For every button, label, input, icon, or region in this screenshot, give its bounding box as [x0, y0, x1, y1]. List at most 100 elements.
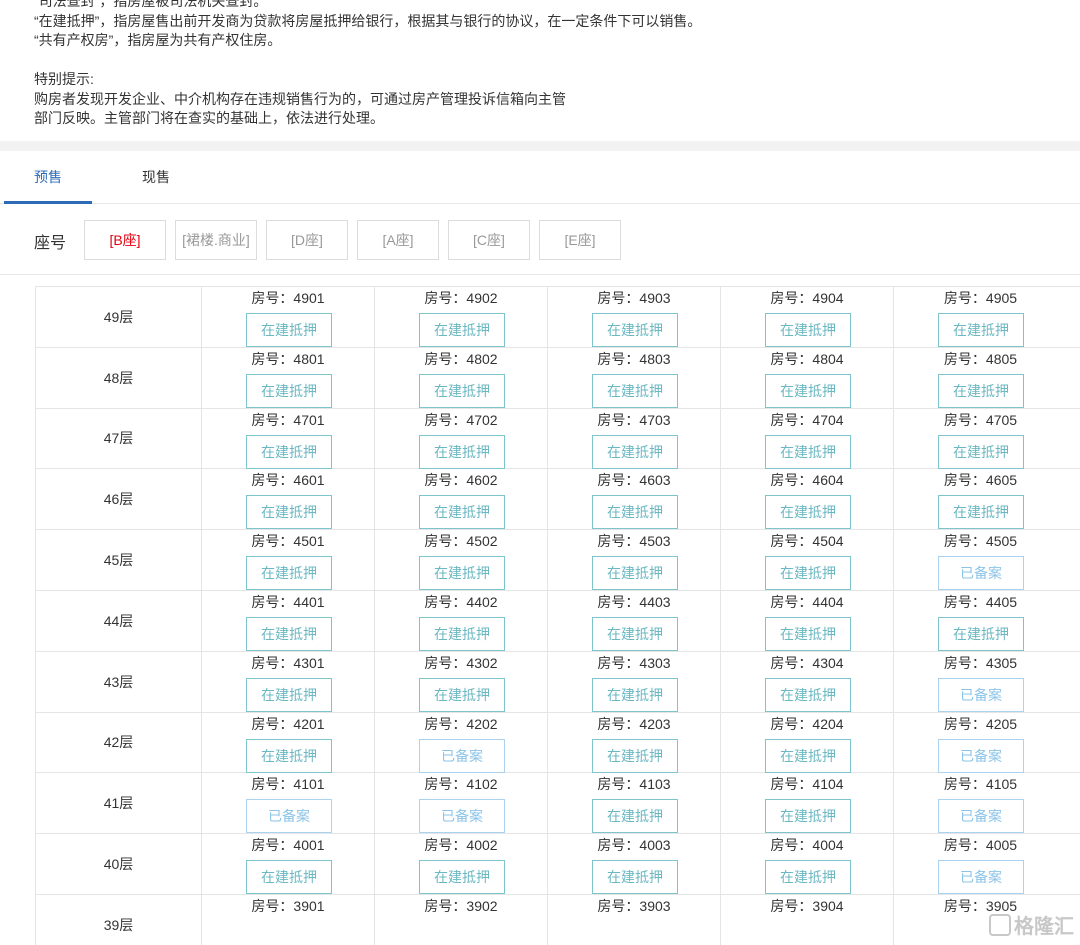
- unit-number-prefix: 房号：: [251, 533, 294, 550]
- status-mortgage-button[interactable]: 在建抵押: [765, 556, 851, 591]
- unit-cell: 房号：4803 在建抵押: [548, 347, 721, 408]
- seat-option-e[interactable]: [E座]: [539, 220, 621, 260]
- status-mortgage-button[interactable]: 在建抵押: [246, 373, 332, 408]
- status-filed-button[interactable]: 已备案: [938, 738, 1024, 773]
- status-mortgage-button[interactable]: 在建抵押: [938, 373, 1024, 408]
- status-mortgage-button[interactable]: 在建抵押: [765, 738, 851, 773]
- status-filed-button[interactable]: 已备案: [419, 738, 505, 773]
- status-mortgage-button[interactable]: 在建抵押: [592, 373, 678, 408]
- status-mortgage-button[interactable]: 在建抵押: [592, 313, 678, 347]
- status-mortgage-button[interactable]: 在建抵押: [419, 434, 505, 469]
- unit-number: 房号：4602: [375, 470, 547, 490]
- unit-number-prefix: 房号：: [943, 715, 986, 732]
- unit-number-prefix: 房号：: [943, 837, 986, 854]
- unit-number-prefix: 房号：: [770, 533, 813, 550]
- status-mortgage-button[interactable]: 在建抵押: [765, 313, 851, 347]
- status-mortgage-button[interactable]: 在建抵押: [938, 495, 1024, 530]
- status-mortgage-button[interactable]: 在建抵押: [246, 677, 332, 712]
- unit-cell: 房号：4802 在建抵押: [375, 347, 548, 408]
- status-mortgage-button[interactable]: 在建抵押: [419, 373, 505, 408]
- status-filed-button[interactable]: 已备案: [938, 799, 1024, 834]
- status-mortgage-button[interactable]: 在建抵押: [765, 495, 851, 530]
- unit-number-prefix: 房号：: [251, 350, 294, 367]
- unit-number-value: 4801: [293, 350, 325, 367]
- status-mortgage-button[interactable]: 在建抵押: [592, 677, 678, 712]
- unit-number-prefix: 房号：: [597, 776, 640, 793]
- unit-number-value: 4505: [985, 533, 1018, 550]
- unit-number-value: 4103: [639, 776, 671, 793]
- unit-cell: 房号：4603 在建抵押: [548, 469, 721, 530]
- unit-cell: 房号：4205 已备案: [894, 713, 1067, 773]
- seat-option-c[interactable]: [C座]: [448, 220, 530, 260]
- unit-number-value: 4102: [466, 776, 498, 793]
- status-mortgage-button[interactable]: 在建抵押: [419, 677, 505, 712]
- unit-cell: 房号：4304 在建抵押: [721, 651, 894, 712]
- status-mortgage-button[interactable]: 在建抵押: [246, 434, 332, 469]
- status-mortgage-button[interactable]: 在建抵押: [592, 799, 678, 834]
- unit-number-value: 4201: [293, 715, 325, 732]
- status-mortgage-button[interactable]: 在建抵押: [246, 738, 332, 773]
- unit-number: 房号：4604: [721, 470, 893, 490]
- status-mortgage-button[interactable]: 在建抵押: [592, 556, 678, 591]
- seat-option-b[interactable]: [B座]: [84, 220, 166, 260]
- unit-number-value: 4703: [639, 411, 671, 428]
- unit-number-prefix: 房号：: [251, 411, 294, 428]
- status-mortgage-button[interactable]: 在建抵押: [592, 495, 678, 530]
- status-mortgage-button[interactable]: 在建抵押: [765, 677, 851, 712]
- tab-current-sale[interactable]: 现售: [112, 152, 200, 204]
- status-mortgage-button[interactable]: 在建抵押: [938, 434, 1024, 469]
- status-mortgage-button[interactable]: 在建抵押: [592, 860, 678, 895]
- status-filed-button[interactable]: 已备案: [938, 677, 1024, 712]
- unit-number-value: 4903: [639, 290, 671, 306]
- unit-number-prefix: 房号：: [597, 593, 640, 610]
- status-mortgage-button[interactable]: 在建抵押: [419, 616, 505, 651]
- status-mortgage-button[interactable]: 在建抵押: [246, 556, 332, 591]
- status-mortgage-button[interactable]: 在建抵押: [592, 434, 678, 469]
- unit-number: 房号：4203: [548, 714, 720, 734]
- status-mortgage-button[interactable]: 在建抵押: [419, 313, 505, 347]
- unit-number: 房号：4104: [721, 774, 893, 794]
- seat-option-a[interactable]: [A座]: [357, 220, 439, 260]
- unit-cell: 房号：4502 在建抵押: [375, 530, 548, 591]
- status-mortgage-button[interactable]: 在建抵押: [246, 495, 332, 530]
- unit-number-prefix: 房号：: [251, 715, 294, 732]
- status-filed-button[interactable]: 已备案: [938, 860, 1024, 895]
- unit-number: 房号：4504: [721, 531, 893, 551]
- status-mortgage-button[interactable]: 在建抵押: [419, 495, 505, 530]
- status-filed-button[interactable]: 已备案: [246, 799, 332, 834]
- status-mortgage-button[interactable]: 在建抵押: [765, 434, 851, 469]
- unit-cell: 房号：4704 在建抵押: [721, 408, 894, 469]
- unit-cell: 房号：4305 已备案: [894, 652, 1067, 712]
- unit-number-prefix: 房号：: [597, 411, 640, 428]
- status-filed-button[interactable]: 已备案: [938, 556, 1024, 591]
- status-mortgage-button[interactable]: 在建抵押: [419, 556, 505, 591]
- unit-number: 房号：4003: [548, 835, 720, 855]
- unit-cell: 房号：4703 在建抵押: [548, 408, 721, 469]
- status-mortgage-button[interactable]: 在建抵押: [246, 860, 332, 895]
- unit-cell: 房号：4503 在建抵押: [548, 530, 721, 591]
- status-mortgage-button[interactable]: 在建抵押: [592, 738, 678, 773]
- status-mortgage-button[interactable]: 在建抵押: [938, 313, 1024, 347]
- status-mortgage-button[interactable]: 在建抵押: [765, 616, 851, 651]
- unit-number-value: 4802: [466, 350, 498, 367]
- status-mortgage-button[interactable]: 在建抵押: [765, 373, 851, 408]
- status-mortgage-button[interactable]: 在建抵押: [765, 860, 851, 895]
- unit-cell: 房号：4202 已备案: [375, 712, 548, 773]
- tab-presale[interactable]: 预售: [4, 152, 92, 204]
- seat-option-d[interactable]: [D座]: [266, 220, 348, 260]
- watermark-text: 格隆汇: [1014, 916, 1074, 938]
- seat-option-podium-commercial[interactable]: [裙楼.商业]: [175, 220, 257, 260]
- status-mortgage-button[interactable]: 在建抵押: [592, 616, 678, 651]
- status-mortgage-button[interactable]: 在建抵押: [938, 616, 1024, 651]
- status-mortgage-button[interactable]: 在建抵押: [765, 799, 851, 834]
- status-mortgage-button[interactable]: 在建抵押: [246, 616, 332, 651]
- unit-number-prefix: 房号：: [424, 472, 467, 489]
- unit-number-value: 4901: [293, 290, 325, 306]
- unit-cell: 房号：4805 在建抵押: [894, 348, 1067, 408]
- unit-number-prefix: 房号：: [424, 533, 467, 550]
- status-mortgage-button[interactable]: 在建抵押: [246, 313, 332, 347]
- status-filed-button[interactable]: 已备案: [419, 799, 505, 834]
- status-mortgage-button[interactable]: 在建抵押: [419, 860, 505, 895]
- sale-type-tabs: 预售 现售: [0, 152, 1080, 204]
- unit-number-prefix: 房号：: [424, 654, 467, 671]
